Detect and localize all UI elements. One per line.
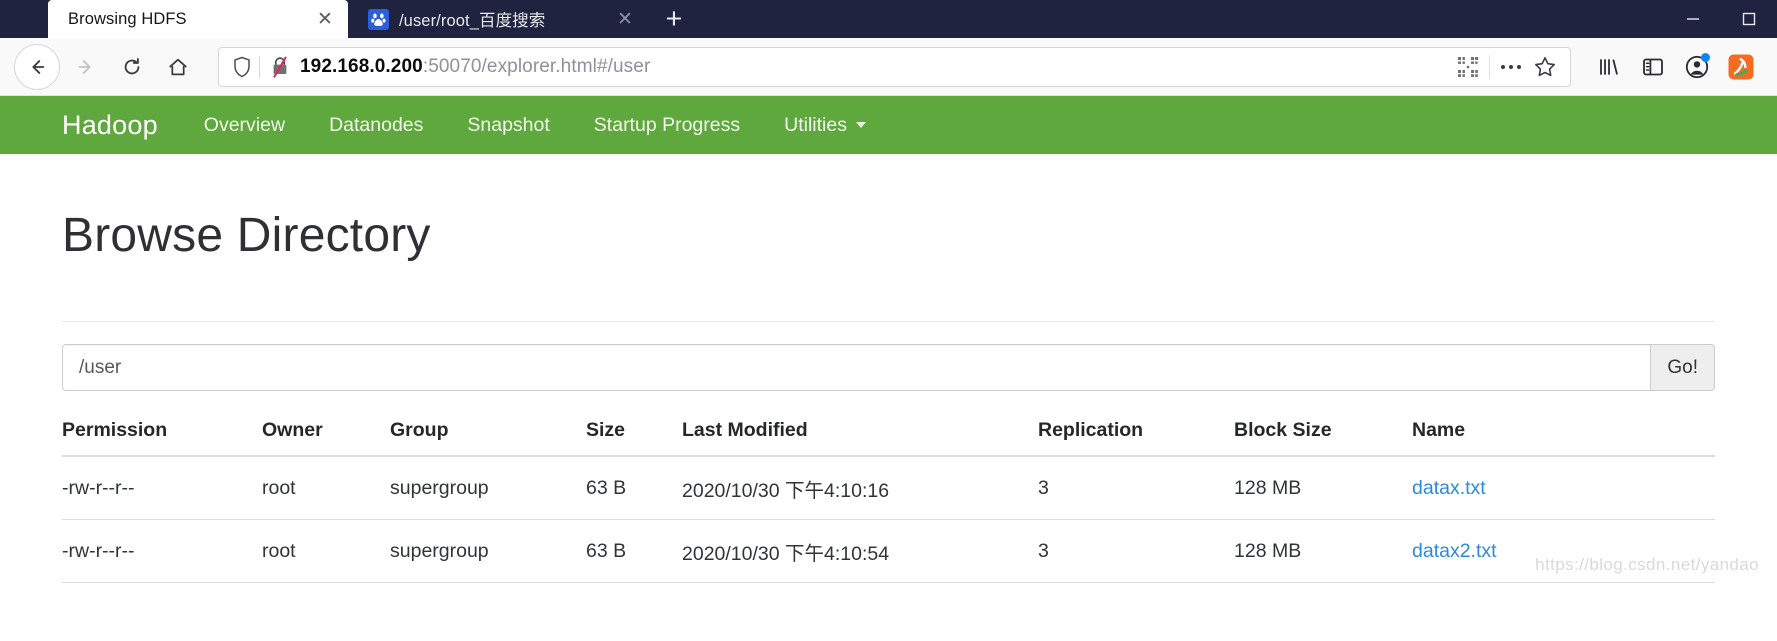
maximize-button[interactable]: [1721, 0, 1777, 38]
broken-lock-icon[interactable]: [268, 55, 292, 79]
library-icon[interactable]: [1587, 47, 1631, 87]
toolbar-icon-group: [1587, 47, 1763, 87]
shield-icon[interactable]: [227, 56, 257, 78]
header-name: Name: [1412, 419, 1715, 457]
browser-window: Browsing HDFS ✕ /user/root_百度搜索 ✕ + 192.…: [0, 0, 1777, 583]
cell-replication: 3: [1038, 519, 1234, 583]
cell-size: 63 B: [586, 519, 682, 583]
go-button[interactable]: Go!: [1651, 344, 1715, 391]
path-input[interactable]: [62, 344, 1652, 391]
nav-item-startup-progress[interactable]: Startup Progress: [594, 114, 740, 137]
nav-item-label: Snapshot: [467, 113, 550, 136]
account-icon[interactable]: [1675, 47, 1719, 87]
minimize-button[interactable]: [1665, 0, 1721, 38]
page-content: Browse Directory Go! Permission Owner Gr…: [0, 208, 1777, 583]
cell-owner: root: [262, 456, 390, 520]
header-replication: Replication: [1038, 419, 1234, 457]
nav-item-label: Datanodes: [329, 113, 424, 136]
tab-baidu-search[interactable]: /user/root_百度搜索 ✕: [348, 0, 648, 38]
table-header-row: Permission Owner Group Size Last Modifie…: [62, 419, 1715, 457]
header-permission: Permission: [62, 419, 262, 457]
cell-group: supergroup: [390, 519, 586, 583]
toolbar-separator: [1489, 54, 1490, 79]
cell-owner: root: [262, 519, 390, 583]
cell-permission: -rw-r--r--: [62, 519, 262, 583]
file-listing-table: Permission Owner Group Size Last Modifie…: [62, 419, 1715, 583]
tab-browsing-hdfs[interactable]: Browsing HDFS ✕: [48, 0, 348, 38]
nav-item-label: Utilities: [784, 113, 847, 136]
reload-button[interactable]: [112, 47, 152, 87]
forward-button[interactable]: [66, 47, 106, 87]
nav-item-label: Overview: [203, 113, 286, 136]
titlebar: Browsing HDFS ✕ /user/root_百度搜索 ✕ +: [0, 0, 1777, 38]
cell-replication: 3: [1038, 456, 1234, 520]
address-bar[interactable]: 192.168.0.200:50070/explorer.html#/user: [218, 46, 1571, 87]
home-button[interactable]: [158, 47, 198, 87]
table-row: -rw-r--r-- root supergroup 63 B 2020/10/…: [62, 519, 1715, 583]
address-bar-divider: [259, 55, 260, 78]
browser-toolbar: 192.168.0.200:50070/explorer.html#/user: [0, 38, 1777, 96]
nav-item-overview[interactable]: Overview: [204, 114, 285, 137]
cell-last-modified: 2020/10/30 下午4:10:16: [682, 456, 1038, 520]
table-row: -rw-r--r-- root supergroup 63 B 2020/10/…: [62, 456, 1715, 520]
tab-title: Browsing HDFS: [68, 9, 187, 28]
chevron-down-icon: [855, 122, 866, 128]
cell-block-size: 128 MB: [1234, 456, 1412, 520]
hadoop-page: Hadoop Overview Datanodes Snapshot Start…: [0, 96, 1777, 583]
nav-item-label: Startup Progress: [593, 113, 741, 136]
cell-permission: -rw-r--r--: [62, 456, 262, 520]
extension-icon[interactable]: [1719, 47, 1763, 87]
cell-block-size: 128 MB: [1234, 519, 1412, 583]
nav-item-utilities[interactable]: Utilities: [784, 114, 866, 137]
tab-strip: Browsing HDFS ✕ /user/root_百度搜索 ✕ +: [0, 0, 694, 38]
tab-close-icon[interactable]: ✕: [612, 6, 638, 32]
qr-code-icon[interactable]: [1451, 56, 1485, 78]
file-link[interactable]: datax2.txt: [1412, 540, 1497, 562]
url-text: 192.168.0.200:50070/explorer.html#/user: [300, 56, 1451, 78]
path-form: Go!: [62, 344, 1715, 391]
back-button[interactable]: [14, 43, 60, 90]
cell-group: supergroup: [390, 456, 586, 520]
hadoop-navbar: Hadoop Overview Datanodes Snapshot Start…: [0, 96, 1777, 154]
url-host: 192.168.0.200: [300, 55, 423, 77]
url-path: :50070/explorer.html#/user: [422, 55, 651, 77]
ellipsis-icon[interactable]: [1494, 63, 1528, 71]
file-link[interactable]: datax.txt: [1412, 477, 1486, 499]
sidebar-icon[interactable]: [1631, 47, 1675, 87]
header-size: Size: [586, 419, 682, 457]
tab-close-icon[interactable]: ✕: [312, 6, 338, 32]
header-last-modified: Last Modified: [682, 419, 1038, 457]
page-title: Browse Directory: [62, 209, 431, 262]
cell-name: datax2.txt: [1412, 519, 1715, 583]
cell-size: 63 B: [586, 456, 682, 520]
window-controls: [1665, 0, 1777, 38]
account-notification-badge: [1701, 52, 1710, 62]
header-block-size: Block Size: [1234, 419, 1412, 457]
new-tab-button[interactable]: +: [654, 0, 694, 38]
tab-title: /user/root_百度搜索: [399, 12, 546, 30]
baidu-paw-icon: [368, 8, 389, 30]
cell-last-modified: 2020/10/30 下午4:10:54: [682, 519, 1038, 583]
hadoop-brand[interactable]: Hadoop: [62, 110, 158, 141]
content-divider: [62, 321, 1715, 322]
header-owner: Owner: [262, 419, 390, 457]
header-group: Group: [390, 419, 586, 457]
browser-chrome: Browsing HDFS ✕ /user/root_百度搜索 ✕ + 192.…: [0, 0, 1777, 96]
nav-item-datanodes[interactable]: Datanodes: [329, 114, 423, 137]
cell-name: datax.txt: [1412, 456, 1715, 520]
star-icon[interactable]: [1528, 55, 1562, 79]
nav-item-snapshot[interactable]: Snapshot: [467, 114, 549, 137]
